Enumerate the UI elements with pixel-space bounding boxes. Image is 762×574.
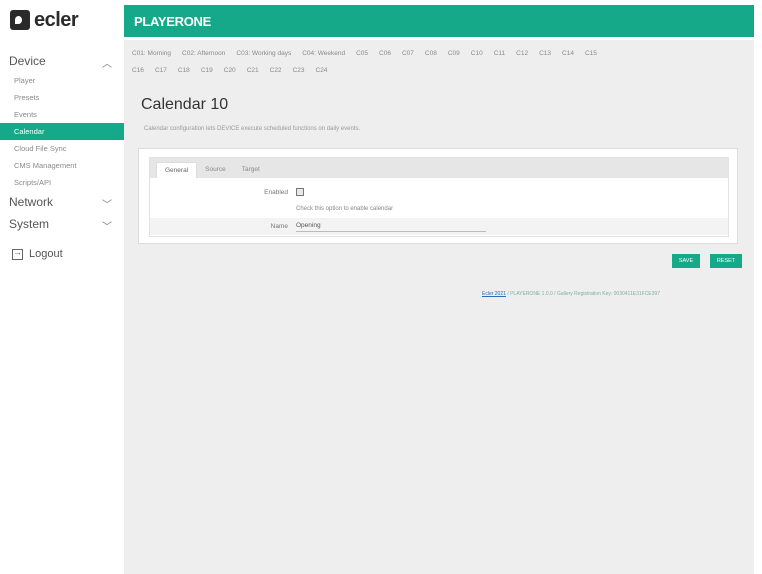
name-label: Name <box>270 223 288 230</box>
sidebar-item-player[interactable]: Player <box>0 72 124 89</box>
tab-source[interactable]: Source <box>197 162 234 178</box>
logout-label: Logout <box>29 248 63 260</box>
calendar-tab[interactable]: C08 <box>425 50 437 57</box>
app-name: PLAYERONE <box>134 13 212 29</box>
chevron-down-icon: ﹀ <box>102 200 112 211</box>
calendar-tab[interactable]: C12 <box>516 50 528 57</box>
sidebar-section-label: Network <box>9 195 54 209</box>
name-row: Name <box>150 218 728 235</box>
calendar-tab[interactable]: C13 <box>539 50 551 57</box>
calendar-tab[interactable]: C05 <box>356 50 368 57</box>
calendar-tab[interactable]: C16 <box>132 67 144 74</box>
chevron-down-icon: ﹀ <box>102 222 112 233</box>
calendar-tab[interactable]: C07 <box>402 50 414 57</box>
footer-link[interactable]: Ecler 2021 <box>482 291 506 297</box>
sidebar-item-scripts-api[interactable]: Scripts/API <box>0 174 124 191</box>
footer: Ecler 2021 / PLAYERONE 1.0.0 / Gallery R… <box>482 291 660 297</box>
app-bar: PLAYERONE <box>124 5 754 37</box>
main-content: C01: Morning C02: Afternoon C03: Working d… <box>124 40 754 574</box>
sidebar-item-cms-management[interactable]: CMS Management <box>0 157 124 174</box>
reset-button[interactable]: RESET <box>710 254 742 268</box>
calendar-tab[interactable]: C20 <box>224 67 236 74</box>
tab-general[interactable]: General <box>156 162 198 178</box>
calendar-tab[interactable]: C02: Afternoon <box>182 50 225 57</box>
top-bar: ecler PLAYERONE <box>0 0 762 40</box>
calendar-tabs-row: C01: Morning C02: Afternoon C03: Working d… <box>132 45 747 62</box>
calendar-tab[interactable]: C24 <box>316 67 328 74</box>
sidebar-item-presets[interactable]: Presets <box>0 89 124 106</box>
page-description: Calendar configuration lets DEVICE execu… <box>144 126 361 132</box>
form-tab-bar: General Source Target <box>150 158 728 178</box>
enabled-checkbox[interactable] <box>296 188 304 196</box>
calendar-tab[interactable]: C18 <box>178 67 190 74</box>
calendar-form-card: General Source Target Enabled Check this… <box>138 148 738 244</box>
calendar-tab[interactable]: C09 <box>448 50 460 57</box>
sidebar-section-label: Device <box>9 54 46 68</box>
calendar-tab[interactable]: C19 <box>201 67 213 74</box>
enabled-label: Enabled <box>264 189 288 196</box>
calendar-tab[interactable]: C23 <box>293 67 305 74</box>
sidebar-section-network[interactable]: Network ﹀ <box>0 191 124 213</box>
name-input[interactable] <box>296 220 486 232</box>
ecler-logo-icon <box>10 10 30 30</box>
calendar-tab[interactable]: C04: Weekend <box>302 50 345 57</box>
brand: ecler <box>0 0 124 40</box>
calendar-form: General Source Target Enabled Check this… <box>149 157 729 237</box>
calendar-tab[interactable]: C01: Morning <box>132 50 171 57</box>
calendar-tab[interactable]: C21 <box>247 67 259 74</box>
sidebar-section-system[interactable]: System ﹀ <box>0 213 124 235</box>
enabled-hint: Check this option to enable calendar <box>296 206 394 212</box>
sidebar-item-events[interactable]: Events <box>0 106 124 123</box>
calendar-tab[interactable]: C22 <box>270 67 282 74</box>
calendar-tabs-row: C16 C17 C18 C19 C20 C21 C22 C23 C24 <box>132 62 747 79</box>
sidebar-item-calendar[interactable]: Calendar <box>0 123 124 140</box>
sidebar-item-cloud-file-sync[interactable]: Cloud File Sync <box>0 140 124 157</box>
save-button[interactable]: SAVE <box>672 254 700 268</box>
calendar-tab[interactable]: C10 <box>471 50 483 57</box>
calendar-tab[interactable]: C03: Working days <box>236 50 291 57</box>
brand-logo-text: ecler <box>34 8 79 31</box>
enabled-hint-row: Check this option to enable calendar <box>150 201 728 218</box>
sidebar-section-device[interactable]: Device ︿ <box>0 50 124 72</box>
calendar-tab[interactable]: C14 <box>562 50 574 57</box>
enabled-row: Enabled <box>150 184 728 201</box>
chevron-up-icon: ︿ <box>102 59 112 70</box>
logout-button[interactable]: Logout <box>12 247 63 260</box>
sidebar-section-label: System <box>9 217 50 231</box>
footer-text: / PLAYERONE 1.0.0 / Gallery Registration… <box>505 291 660 297</box>
logout-icon <box>12 247 23 260</box>
calendar-tab[interactable]: C11 <box>494 50 505 57</box>
app-root: ecler PLAYERONE Device ︿ Player Presets … <box>0 0 762 574</box>
page-title: Calendar 10 <box>141 96 229 113</box>
calendar-tab[interactable]: C17 <box>155 67 167 74</box>
tab-target[interactable]: Target <box>234 162 268 178</box>
calendar-tabs: C01: Morning C02: Afternoon C03: Working d… <box>132 45 747 79</box>
calendar-tab[interactable]: C06 <box>379 50 391 57</box>
sidebar: Device ︿ Player Presets Events Calendar … <box>0 40 124 574</box>
calendar-tab[interactable]: C15 <box>585 50 597 57</box>
